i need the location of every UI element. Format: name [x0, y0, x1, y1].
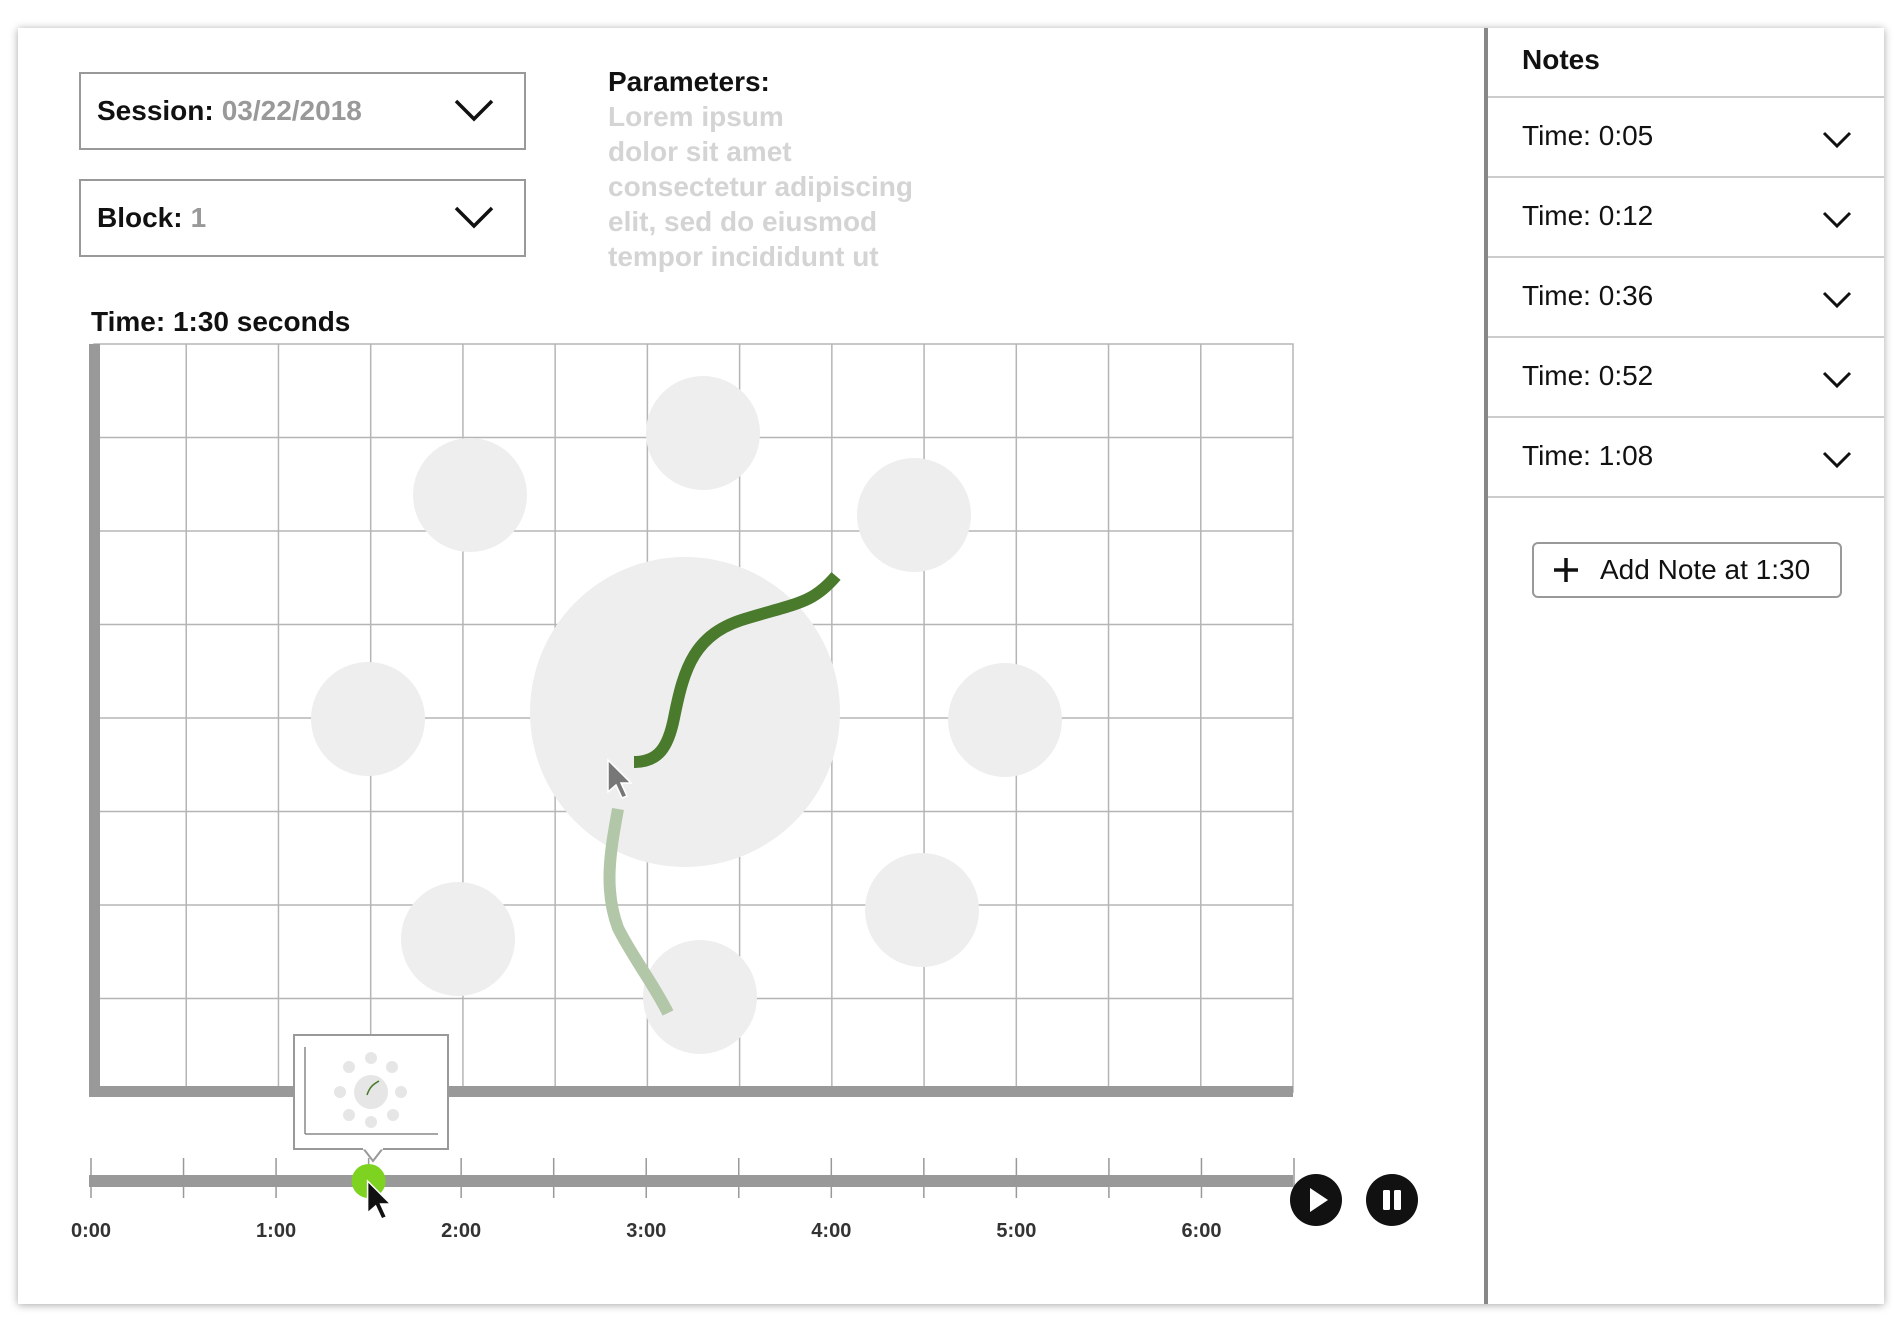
pause-icon — [1383, 1190, 1401, 1210]
app-window: Session: 03/22/2018 Block: 1 Parameters:… — [18, 28, 1884, 1304]
note-time-label: Time: 0:36 — [1522, 280, 1654, 311]
timeline-preview-tooltip — [293, 1034, 449, 1163]
pause-button[interactable] — [1366, 1174, 1418, 1226]
target-circle — [311, 662, 425, 776]
target-circle — [401, 882, 515, 996]
chevron-down-icon — [1822, 211, 1852, 228]
target-circle — [646, 376, 760, 490]
chevron-down-icon — [1822, 371, 1852, 388]
plus-icon — [1554, 558, 1578, 582]
note-item[interactable]: Time: 0:52 — [1488, 338, 1884, 418]
note-time-label: Time: 0:12 — [1522, 200, 1654, 231]
note-time-label: Time: 0:52 — [1522, 360, 1654, 391]
play-icon — [1310, 1188, 1328, 1212]
trajectory-visualization: 0:00 1:00 2:00 3:00 4:00 5:00 6:00 — [71, 343, 1295, 1242]
target-circle — [413, 438, 527, 552]
add-note-button[interactable]: Add Note at 1:30 — [1532, 542, 1842, 598]
note-item[interactable]: Time: 0:05 — [1488, 98, 1884, 178]
note-item[interactable]: Time: 1:08 — [1488, 418, 1884, 498]
notes-title: Notes — [1488, 28, 1884, 98]
note-time-label: Time: 1:08 — [1522, 440, 1654, 471]
target-circle — [865, 853, 979, 967]
y-axis — [89, 344, 100, 1094]
add-note-label: Add Note at 1:30 — [1600, 554, 1811, 585]
timeline-tick-label: 4:00 — [811, 1220, 851, 1242]
timeline-tick-label: 2:00 — [441, 1220, 481, 1242]
timeline-tick-label: 3:00 — [626, 1220, 666, 1242]
timeline-scrubber[interactable]: 0:00 1:00 2:00 3:00 4:00 5:00 6:00 — [71, 1158, 1295, 1242]
x-axis — [89, 1086, 1293, 1097]
note-item[interactable]: Time: 0:12 — [1488, 178, 1884, 258]
timeline-tick-label: 5:00 — [996, 1220, 1036, 1242]
note-time-label: Time: 0:05 — [1522, 120, 1654, 151]
timeline-tick-label: 1:00 — [256, 1220, 296, 1242]
timeline-tick-labels: 0:00 1:00 2:00 3:00 4:00 5:00 6:00 — [71, 1220, 1221, 1242]
timeline-tick-label: 0:00 — [71, 1220, 111, 1242]
play-button[interactable] — [1290, 1174, 1342, 1226]
chevron-down-icon — [1822, 291, 1852, 308]
chevron-down-icon — [1822, 451, 1852, 468]
note-item[interactable]: Time: 0:36 — [1488, 258, 1884, 338]
target-circle — [948, 663, 1062, 777]
chevron-down-icon — [1822, 131, 1852, 148]
notes-panel: Notes Time: 0:05 Time: 0:12 Time: 0:36 T… — [1484, 28, 1884, 1304]
target-circle — [857, 458, 971, 572]
targets — [311, 376, 1062, 1054]
timeline-track[interactable] — [89, 1175, 1293, 1187]
timeline-tick-label: 6:00 — [1181, 1220, 1221, 1242]
